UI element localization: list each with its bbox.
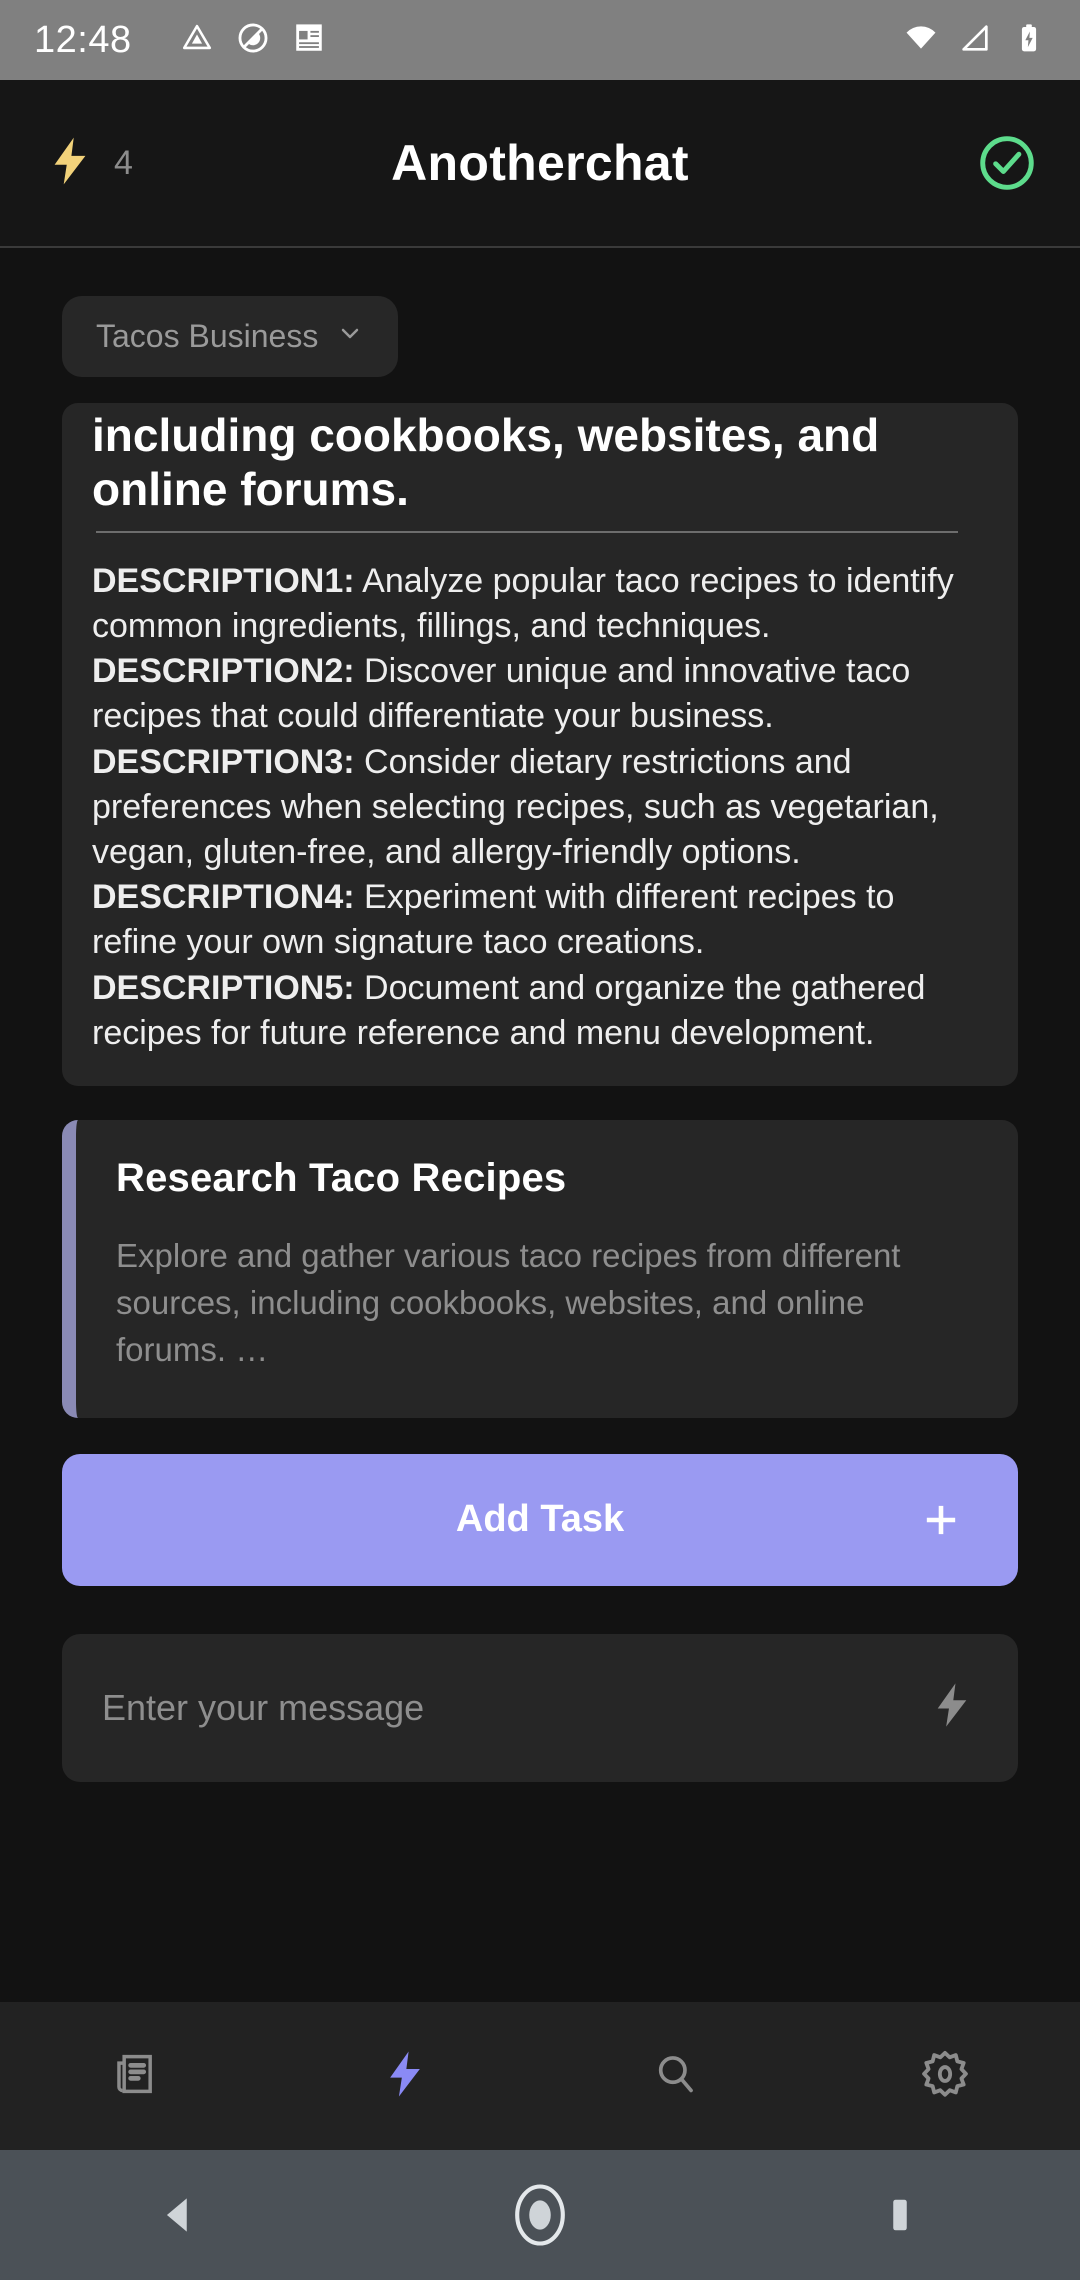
lightning-bolt-icon <box>378 2047 432 2106</box>
project-selector-chip[interactable]: Tacos Business <box>62 296 399 377</box>
description-line-label: DESCRIPTION3: <box>92 742 355 781</box>
chevron-down-icon <box>336 318 364 355</box>
description-line-label: DESCRIPTION4: <box>92 878 355 917</box>
description-line: DESCRIPTION5: Document and organize the … <box>92 966 988 1056</box>
phone-screen: 12:48 4 Anotherchat Tacos Business inclu… <box>0 0 1080 2280</box>
energy-indicator[interactable]: 4 <box>42 133 133 194</box>
status-bar-clock: 12:48 <box>34 18 132 61</box>
description-list: DESCRIPTION1: Analyze popular taco recip… <box>92 559 988 1056</box>
task-card-description: Explore and gather various taco recipes … <box>116 1237 901 1368</box>
cell-signal-icon <box>958 21 992 60</box>
bottom-navigation <box>0 2002 1080 2150</box>
gear-icon <box>918 2047 972 2106</box>
message-input-row[interactable]: Enter your message <box>62 1633 1018 1782</box>
nav-item-news[interactable] <box>0 2002 270 2150</box>
energy-count: 4 <box>114 143 133 182</box>
project-selector-label: Tacos Business <box>96 318 319 354</box>
description-line-label: DESCRIPTION2: <box>92 652 355 691</box>
battery-charging-icon <box>1012 21 1046 60</box>
lightning-bolt-icon <box>42 133 98 194</box>
task-card[interactable]: Research Taco Recipes Explore and gather… <box>62 1120 1018 1418</box>
android-system-nav <box>0 2150 1080 2280</box>
lightning-bolt-icon[interactable] <box>926 1679 978 1736</box>
notepad-icon <box>292 21 326 60</box>
task-card-title: Research Taco Recipes <box>116 1156 567 1201</box>
description-line: DESCRIPTION2: Discover unique and innova… <box>92 649 988 739</box>
nav-item-settings[interactable] <box>810 2002 1080 2150</box>
home-circle-icon[interactable] <box>360 2177 720 2253</box>
page-title: Anotherchat <box>391 135 689 191</box>
description-divider <box>96 530 958 533</box>
app-bar: 4 Anotherchat <box>0 80 1080 248</box>
chat-scroll-area[interactable]: Tacos Business including cookbooks, webs… <box>0 248 1080 2002</box>
recents-square-icon[interactable] <box>720 2188 1080 2242</box>
description-message-card: including cookbooks, websites, and onlin… <box>62 403 1018 1087</box>
description-line: DESCRIPTION3: Consider dietary restricti… <box>92 740 988 876</box>
search-icon <box>649 2048 701 2105</box>
plus-icon <box>918 1497 964 1543</box>
description-line-label: DESCRIPTION1: <box>92 561 355 600</box>
description-card-title: including cookbooks, websites, and onlin… <box>92 409 880 515</box>
wifi-icon <box>904 21 938 60</box>
description-line: DESCRIPTION1: Analyze popular taco recip… <box>92 559 988 649</box>
status-bar-right <box>904 21 1046 60</box>
nav-item-activity[interactable] <box>270 2002 540 2150</box>
status-bar-left: 12:48 <box>34 19 904 62</box>
description-line: DESCRIPTION4: Experiment with different … <box>92 875 988 965</box>
check-circle-icon[interactable] <box>976 132 1038 194</box>
add-task-button[interactable]: Add Task <box>62 1453 1018 1586</box>
description-line-label: DESCRIPTION5: <box>92 968 355 1007</box>
news-icon <box>109 2048 161 2105</box>
add-task-label: Add Task <box>455 1498 625 1541</box>
nav-item-search[interactable] <box>540 2002 810 2150</box>
back-triangle-icon[interactable] <box>0 2188 360 2242</box>
message-input[interactable]: Enter your message <box>102 1687 926 1729</box>
do-not-disturb-icon <box>236 21 270 60</box>
drive-triangle-icon <box>180 21 214 60</box>
status-bar: 12:48 <box>0 0 1080 80</box>
